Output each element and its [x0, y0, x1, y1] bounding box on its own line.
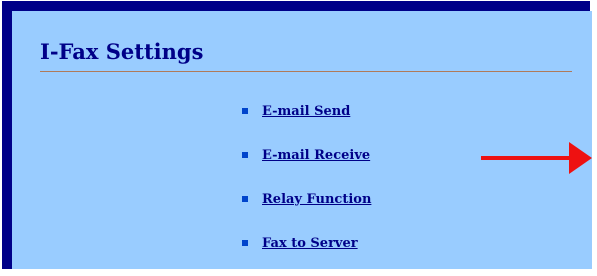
red-arrow-icon: [481, 142, 592, 174]
arrow-shaft: [481, 156, 573, 160]
menu-item-relay-function: Relay Function: [242, 177, 371, 221]
menu-item-email-send: E-mail Send: [242, 89, 371, 133]
relay-function-link[interactable]: Relay Function: [262, 192, 371, 207]
settings-frame: I-Fax Settings E-mail Send E-mail Receiv…: [2, 1, 592, 269]
email-send-link[interactable]: E-mail Send: [262, 104, 350, 119]
title-divider: [40, 71, 572, 72]
settings-menu: E-mail Send E-mail Receive Relay Functio…: [242, 89, 371, 265]
email-receive-link[interactable]: E-mail Receive: [262, 148, 370, 163]
square-bullet-icon: [242, 240, 248, 246]
menu-item-email-receive: E-mail Receive: [242, 133, 371, 177]
settings-panel: I-Fax Settings E-mail Send E-mail Receiv…: [12, 11, 592, 269]
menu-item-fax-to-server: Fax to Server: [242, 221, 371, 265]
page-title: I-Fax Settings: [40, 39, 204, 64]
square-bullet-icon: [242, 152, 248, 158]
square-bullet-icon: [242, 196, 248, 202]
arrow-head: [569, 142, 592, 174]
fax-to-server-link[interactable]: Fax to Server: [262, 236, 358, 251]
square-bullet-icon: [242, 108, 248, 114]
